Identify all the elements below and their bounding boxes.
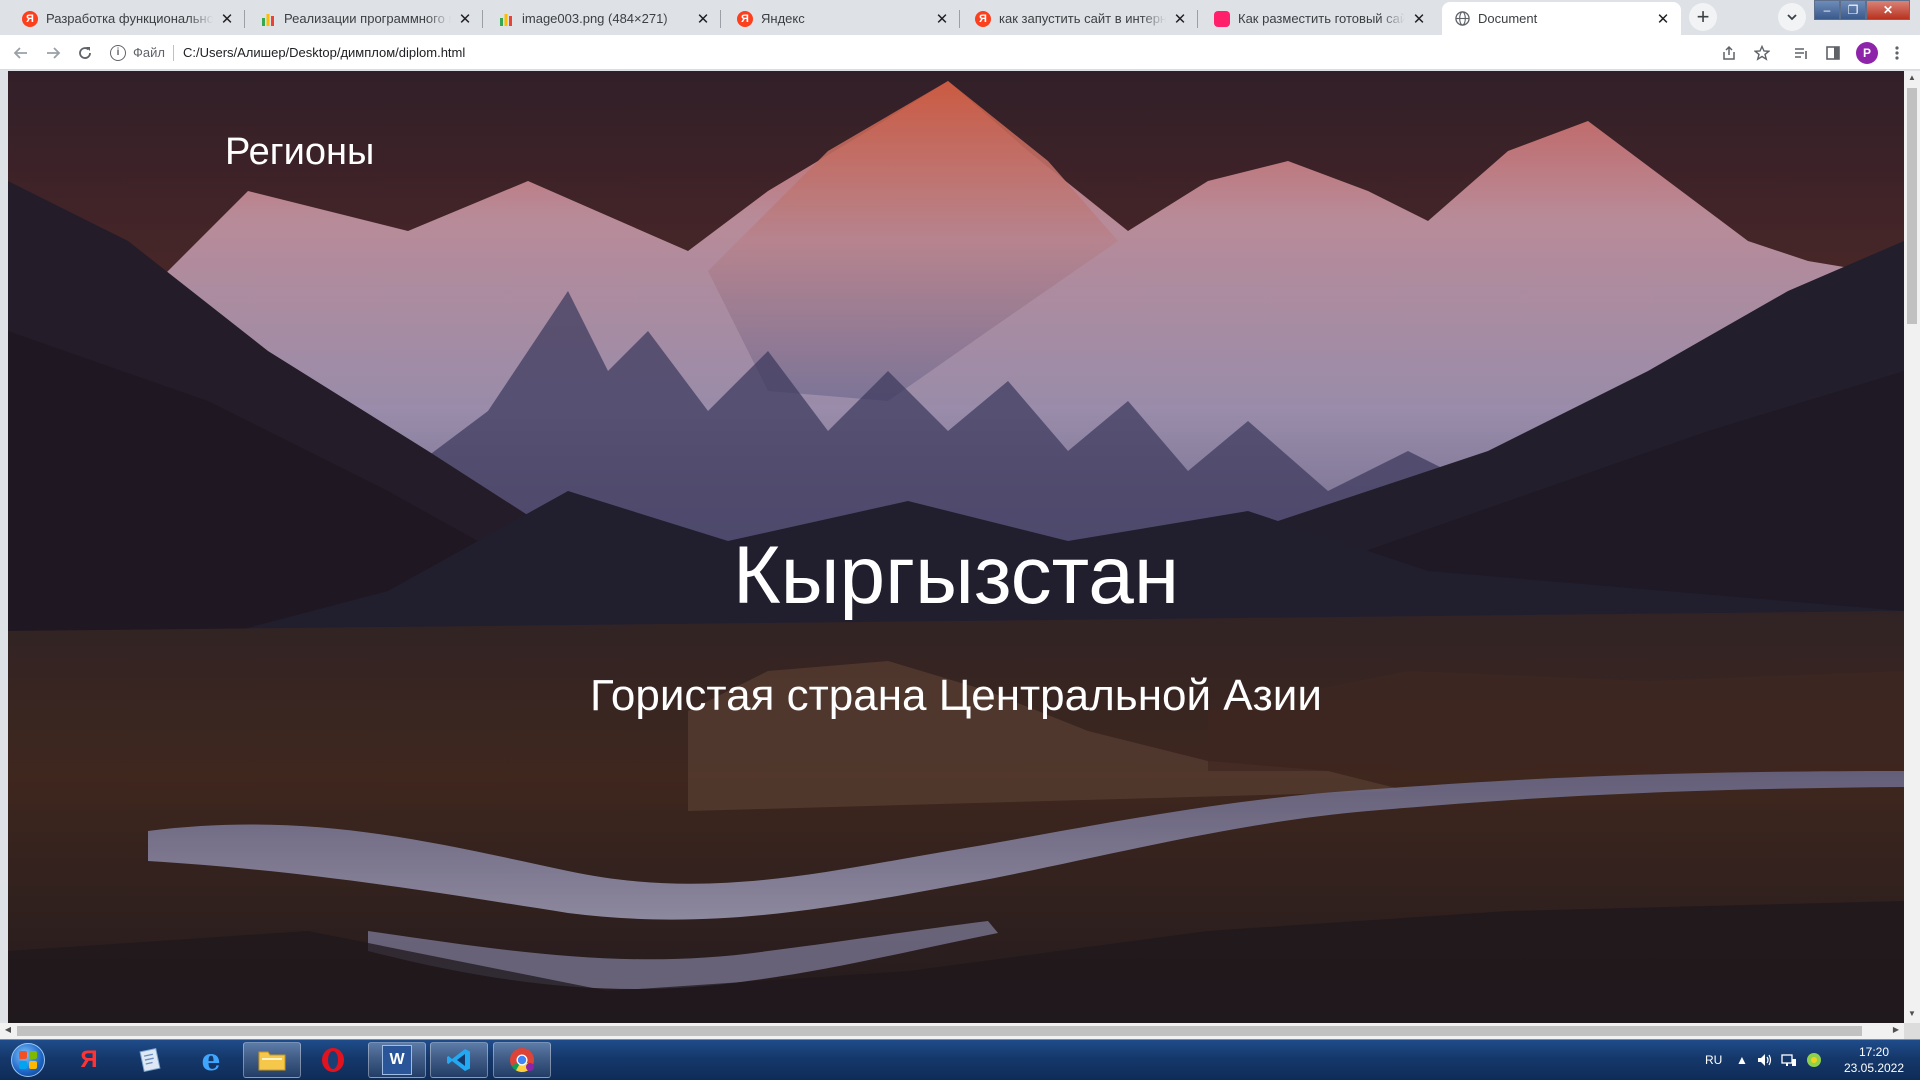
taskbar-app-notepad[interactable] [121,1042,179,1078]
yandex-browser-icon: Я [80,1046,98,1073]
reload-button[interactable] [74,42,96,64]
yandex-icon: Я [22,10,38,27]
taskbar-app-opera[interactable] [304,1042,362,1078]
star-icon [1754,45,1770,61]
tab-strip: Я Разработка функциональной схе ✕ Реализ… [0,0,1920,35]
yandex-icon: Я [737,10,753,27]
tab-title: image003.png (484×271) [522,11,668,26]
arrow-right-icon [47,47,61,59]
tab-title: как запустить сайт в интернете — [999,11,1166,26]
tab-3[interactable]: image003.png (484×271) ✕ [486,2,721,35]
start-button[interactable] [6,1041,50,1079]
bookmark-button[interactable] [1751,42,1773,64]
taskbar-app-yandex[interactable]: Я [60,1042,118,1078]
opera-icon [318,1045,348,1075]
close-icon[interactable]: ✕ [1172,11,1188,28]
tab-6[interactable]: Как разместить готовый сайт в Ин ✕ [1202,2,1437,35]
close-icon[interactable]: ✕ [219,11,235,28]
tab-4[interactable]: Я Яндекс ✕ [725,2,960,35]
window-controls: – ❐ ✕ [1814,0,1910,20]
forward-button[interactable] [42,42,64,64]
yandex-icon: Я [975,10,991,27]
tab-title: Разработка функциональной схе [46,11,213,26]
windows-logo-icon [11,1043,45,1077]
taskbar-app-chrome[interactable] [493,1042,551,1078]
chrome-icon [507,1045,537,1075]
vertical-scroll-thumb[interactable] [1907,88,1917,324]
tray-expand-icon[interactable]: ▲ [1736,1040,1748,1080]
tab-5[interactable]: Я как запустить сайт в интернете — ✕ [963,2,1198,35]
internet-explorer-icon: e [201,1042,221,1078]
language-indicator[interactable]: RU [1705,1040,1722,1080]
system-clock[interactable]: 17:20 23.05.2022 [1834,1044,1914,1076]
reading-list-button[interactable] [1790,42,1812,64]
share-icon [1723,45,1735,60]
horizontal-scrollbar[interactable]: ◀ ▶ [0,1023,1904,1039]
clock-date: 23.05.2022 [1843,1061,1905,1075]
tab-2[interactable]: Реализации программного продукта ✕ [248,2,483,35]
url-text[interactable]: C:/Users/Алишер/Desktop/димплом/diplom.h… [183,45,465,60]
side-panel-icon [1826,46,1840,60]
close-icon[interactable]: ✕ [1411,11,1427,28]
scrollbar-corner [1904,1023,1920,1039]
scroll-left-icon[interactable]: ◀ [2,1025,14,1034]
horizontal-scroll-thumb[interactable] [17,1026,1862,1036]
scroll-right-icon[interactable]: ▶ [1890,1025,1902,1034]
address-bar[interactable]: i Файл C:/Users/Алишер/Desktop/димплом/d… [110,39,1770,66]
chart-icon [260,11,276,27]
tab-search-button[interactable] [1778,3,1806,31]
close-icon[interactable]: ✕ [1655,11,1671,28]
scroll-up-icon[interactable]: ▲ [1907,73,1917,85]
folder-icon [257,1045,287,1075]
scheme-label: Файл [133,45,165,60]
nav-link-regions[interactable]: Регионы [225,131,374,174]
update-status-icon[interactable] [1806,1040,1822,1080]
info-icon[interactable]: i [110,44,126,61]
more-vertical-icon [1895,46,1899,60]
page-title: Кыргызстан [732,530,1180,621]
taskbar-app-explorer[interactable] [243,1042,301,1078]
tab-1[interactable]: Я Разработка функциональной схе ✕ [10,2,245,35]
side-panel-button[interactable] [1822,42,1844,64]
windows-taskbar: Я e W RU ▲ 17:20 23.05.2022 [0,1039,1920,1080]
page-viewport: Регионы Кыргызстан Гористая страна Центр… [8,71,1904,1023]
menu-button[interactable] [1886,42,1908,64]
vertical-scrollbar[interactable]: ▲ ▼ [1904,71,1920,1023]
network-icon[interactable] [1781,1040,1797,1080]
close-icon[interactable]: ✕ [695,11,711,28]
tab-title: Яндекс [761,11,805,26]
close-icon[interactable]: ✕ [457,11,473,28]
taskbar-app-vscode[interactable] [430,1042,488,1078]
maximize-button[interactable]: ❐ [1840,0,1866,20]
speaker-icon[interactable] [1757,1040,1773,1080]
reload-icon [79,47,91,59]
reading-list-icon [1795,48,1807,59]
globe-icon [1454,11,1470,27]
taskbar-app-word[interactable]: W [368,1042,426,1078]
close-window-button[interactable]: ✕ [1866,0,1910,20]
new-tab-button[interactable]: + [1689,3,1717,31]
tab-title: Реализации программного продукта [284,11,451,26]
notepad-icon [135,1045,165,1075]
vscode-icon [444,1045,474,1075]
clock-time: 17:20 [1858,1045,1890,1059]
tab-title: Как разместить готовый сайт в Ин [1238,11,1405,26]
close-icon[interactable]: ✕ [934,11,950,28]
chart-icon [498,11,514,27]
chevron-down-icon [1787,14,1797,21]
browser-toolbar: i Файл C:/Users/Алишер/Desktop/димплом/d… [0,35,1920,70]
back-button[interactable] [10,42,32,64]
tab-7-active[interactable]: Document ✕ [1442,2,1681,35]
share-button[interactable] [1718,42,1740,64]
minimize-button[interactable]: – [1814,0,1840,20]
taskbar-app-ie[interactable]: e [182,1042,240,1078]
page-subtitle: Гористая страна Центральной Азии [590,671,1322,720]
arrow-left-icon [13,47,27,59]
word-icon: W [382,1045,412,1075]
scroll-down-icon[interactable]: ▼ [1907,1009,1917,1021]
pink-logo-icon [1214,10,1230,27]
profile-avatar[interactable]: P [1856,42,1878,64]
tab-title: Document [1478,11,1538,26]
